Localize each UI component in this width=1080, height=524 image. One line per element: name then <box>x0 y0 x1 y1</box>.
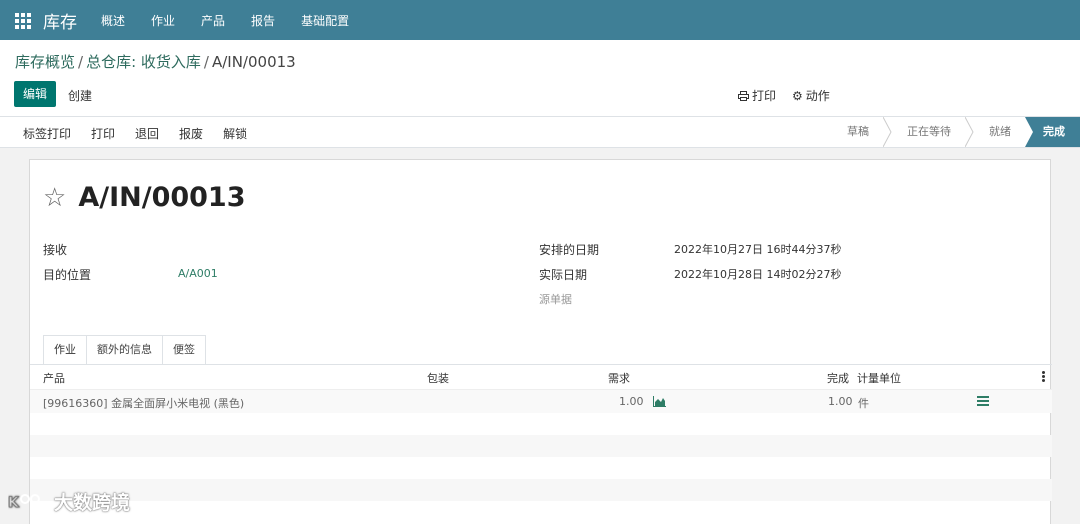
header-demand[interactable]: 需求 <box>608 370 630 386</box>
apps-grid-icon[interactable] <box>15 13 31 29</box>
print-labels-button[interactable]: 标签打印 <box>23 125 71 142</box>
stage-chevron <box>882 116 893 148</box>
destination-value[interactable]: A/A001 <box>178 267 218 280</box>
header-package[interactable]: 包装 <box>427 370 449 386</box>
empty-row <box>30 413 1052 435</box>
empty-row <box>30 435 1052 457</box>
watermark-text: 大数跨境 <box>54 492 131 514</box>
menu-operations[interactable]: 作业 <box>151 12 175 29</box>
record-title: A/IN/00013 <box>78 182 246 213</box>
row-demand: 1.00 <box>619 395 644 408</box>
menu-configuration[interactable]: 基础配置 <box>301 12 349 29</box>
watermark: K 大数跨境 <box>8 488 130 515</box>
print-dropdown[interactable]: 打印 <box>738 87 776 104</box>
star-icon[interactable]: ☆ <box>43 185 66 211</box>
detailed-operations-icon[interactable] <box>977 396 989 406</box>
tab-note[interactable]: 便签 <box>162 335 206 364</box>
watermark-logo-icon: K <box>8 493 40 511</box>
action-label: 动作 <box>805 89 830 103</box>
top-navbar: 库存 概述 作业 产品 报告 基础配置 <box>0 0 1080 40</box>
print-label: 打印 <box>752 89 777 103</box>
tab-operations[interactable]: 作业 <box>43 335 87 364</box>
notebook-tabs: 作业 额外的信息 便签 <box>43 335 206 364</box>
table-header: 产品 包装 需求 完成 计量单位 <box>30 365 1052 388</box>
receive-from-label: 接收 <box>43 243 68 257</box>
edit-button[interactable]: 编辑 <box>14 81 56 107</box>
menu-reporting[interactable]: 报告 <box>251 12 275 29</box>
app-brand[interactable]: 库存 <box>43 8 77 33</box>
effective-date-value: 2022年10月28日 14时02分27秒 <box>674 268 842 281</box>
printer-icon <box>738 90 749 101</box>
header-product[interactable]: 产品 <box>43 370 65 386</box>
row-uom: 件 <box>858 397 869 410</box>
stage-waiting[interactable]: 正在等待 <box>893 117 965 147</box>
stage-chevron <box>1025 117 1035 147</box>
create-button[interactable]: 创建 <box>68 87 92 104</box>
stage-chevron <box>964 116 975 148</box>
breadcrumb-current: A/IN/00013 <box>211 53 296 71</box>
table-row[interactable]: [99616360] 金属全面屏小米电视 (黑色) 1.00 1.00 件 <box>30 389 1052 413</box>
svg-text:K: K <box>8 495 20 511</box>
effective-date-label: 实际日期 <box>539 268 588 282</box>
return-button[interactable]: 退回 <box>135 125 159 142</box>
breadcrumb: 库存概览 / 总仓库: 收货入库 / A/IN/00013 <box>15 51 296 72</box>
header-uom[interactable]: 计量单位 <box>857 370 901 386</box>
empty-row <box>30 457 1052 479</box>
scheduled-date-label: 安排的日期 <box>539 243 600 257</box>
row-product: [99616360] 金属全面屏小米电视 (黑色) <box>43 397 245 410</box>
breadcrumb-inventory-overview[interactable]: 库存概览 <box>15 53 75 71</box>
breadcrumb-separator: / <box>203 53 209 71</box>
breadcrumb-receipts[interactable]: 总仓库: 收货入库 <box>86 53 201 71</box>
menu-overview[interactable]: 概述 <box>101 12 125 29</box>
breadcrumb-separator: / <box>78 53 84 71</box>
area-chart-icon[interactable] <box>653 396 666 407</box>
header-done[interactable]: 完成 <box>827 370 849 386</box>
unlock-button[interactable]: 解锁 <box>223 125 247 142</box>
control-panel: 库存概览 / 总仓库: 收货入库 / A/IN/00013 编辑 创建 打印 ⚙ 动作 <box>0 40 1080 117</box>
empty-row <box>30 479 1052 501</box>
stage-draft[interactable]: 草稿 <box>833 117 883 147</box>
menu-products[interactable]: 产品 <box>201 12 225 29</box>
source-document-label: 源单据 <box>539 293 572 306</box>
print-button[interactable]: 打印 <box>91 125 115 142</box>
column-options-icon[interactable] <box>1042 371 1045 382</box>
status-bar: 标签打印 打印 退回 报废 解锁 草稿 正在等待 就绪 完成 <box>0 116 1080 148</box>
row-done: 1.00 <box>828 395 853 408</box>
action-dropdown[interactable]: ⚙ 动作 <box>792 87 830 104</box>
stage-done[interactable]: 完成 <box>1035 117 1080 147</box>
tab-additional-info[interactable]: 额外的信息 <box>86 335 163 364</box>
stage-ready[interactable]: 就绪 <box>975 117 1025 147</box>
form-sheet: ☆ A/IN/00013 接收 目的位置 A/A001 安排的日期 2022年1… <box>29 159 1052 524</box>
gear-icon: ⚙ <box>792 88 803 103</box>
scrap-button[interactable]: 报废 <box>179 125 203 142</box>
scheduled-date-value: 2022年10月27日 16时44分37秒 <box>674 243 842 256</box>
destination-label: 目的位置 <box>43 268 92 282</box>
stage-pipeline: 草稿 正在等待 就绪 完成 <box>833 116 1080 148</box>
